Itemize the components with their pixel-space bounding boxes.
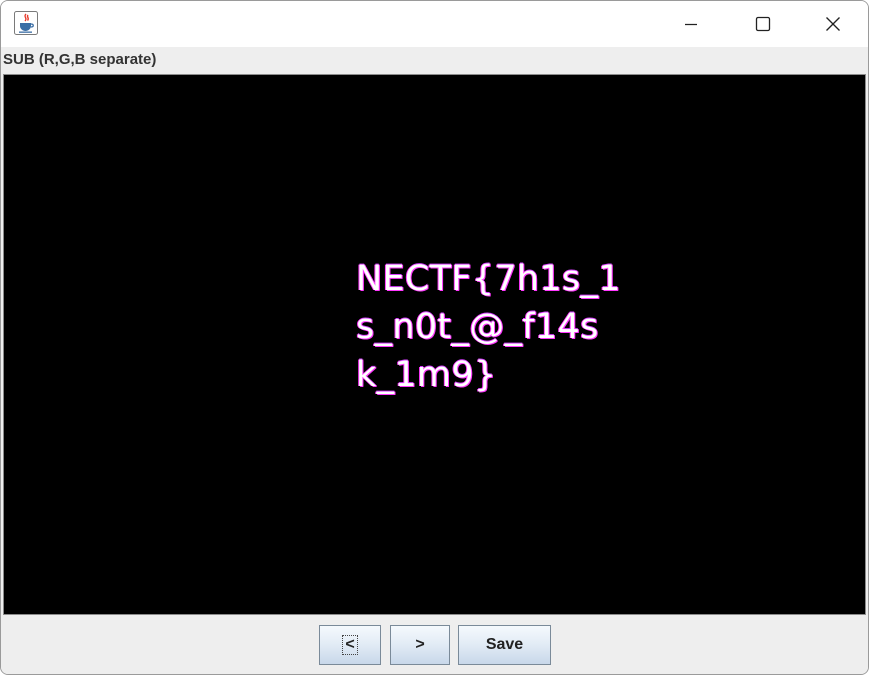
next-button-label: >: [415, 636, 425, 653]
flag-text: NECTF{7h1s_1 s_n0t_@_f14s k_1m9}: [356, 255, 621, 399]
save-button-label: Save: [485, 636, 524, 653]
save-button[interactable]: Save: [458, 625, 551, 665]
close-button[interactable]: [798, 1, 868, 47]
previous-button-label: <: [342, 635, 358, 655]
flag-line: NECTF{7h1s_1: [356, 259, 621, 299]
maximize-button[interactable]: [728, 1, 798, 47]
image-canvas: NECTF{7h1s_1 s_n0t_@_f14s k_1m9}: [3, 74, 866, 615]
flag-line: s_n0t_@_f14s: [356, 307, 599, 347]
button-bar: < > Save: [1, 616, 868, 674]
flag-line: k_1m9}: [356, 355, 497, 395]
maximize-icon: [755, 16, 771, 32]
title-bar[interactable]: [1, 1, 868, 47]
panel-mode-label: SUB (R,G,B separate): [3, 51, 157, 68]
java-coffee-icon: [14, 11, 38, 35]
stegsolve-window: SUB (R,G,B separate) NECTF{7h1s_1 s_n0t_…: [0, 0, 869, 675]
minimize-icon: [685, 23, 697, 26]
minimize-button[interactable]: [656, 1, 726, 47]
previous-button[interactable]: <: [319, 625, 381, 665]
close-icon: [826, 17, 840, 31]
next-button[interactable]: >: [390, 625, 450, 665]
